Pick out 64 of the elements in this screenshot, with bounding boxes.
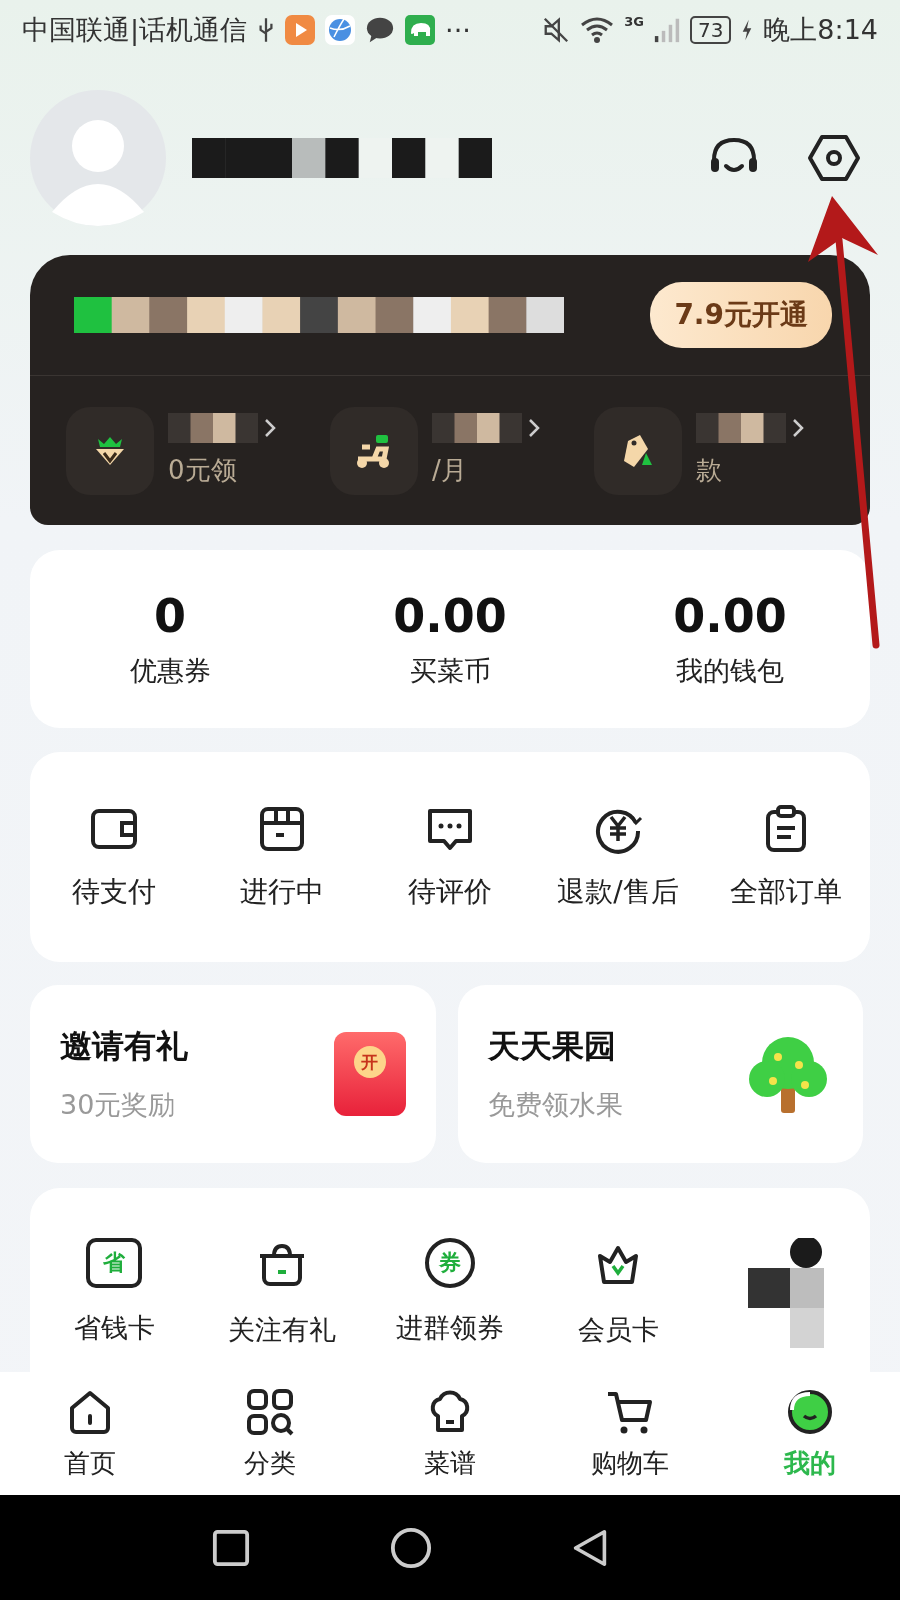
saving-card-icon: 省 <box>86 1238 142 1288</box>
perk-icon-tile[interactable] <box>330 406 418 495</box>
tab[interactable]: 首页 <box>0 1386 180 1481</box>
chevron-right-icon <box>792 418 804 438</box>
promo-subtitle: 免费领水果 <box>487 1088 624 1122</box>
chevron-right-icon <box>264 418 276 438</box>
order-status-item[interactable]: 进行中 <box>198 803 366 911</box>
stat-label[interactable]: 我的钱包 <box>676 653 784 689</box>
service-label: 进群领券 <box>396 1311 504 1345</box>
subscribe-button[interactable]: 7.9元开通 <box>650 282 832 348</box>
battery-level: 73 <box>689 16 732 44</box>
globe-icon <box>325 15 356 45</box>
service-item[interactable]: 会员卡 <box>534 1238 702 1348</box>
order-status-label: 待评价 <box>408 874 492 910</box>
app-icon <box>285 15 316 45</box>
back-square-icon[interactable] <box>212 1528 250 1567</box>
promo-card[interactable]: 天天果园 免费领水果 <box>457 985 863 1163</box>
promo-title: 邀请有礼 <box>60 1026 189 1067</box>
grid-search-icon <box>244 1386 296 1438</box>
order-status-item[interactable]: 退款/售后 <box>534 803 702 911</box>
promo-title: 天天果园 <box>487 1026 617 1067</box>
order-status-item[interactable]: 待支付 <box>30 803 198 911</box>
service-label: 会员卡 <box>577 1313 659 1347</box>
envelope-seal: 开 <box>353 1046 386 1078</box>
order-status-label: 进行中 <box>240 874 324 910</box>
perk-subtitle: 款 <box>696 454 723 487</box>
perk-icon-tile[interactable] <box>594 406 682 495</box>
home-circle-icon[interactable] <box>390 1526 432 1569</box>
service-label: 关注有礼 <box>228 1313 336 1347</box>
order-status-label: 全部订单 <box>730 874 842 910</box>
promo-subtitle: 30元奖励 <box>60 1088 177 1122</box>
order-status-label: 退款/售后 <box>557 874 679 910</box>
network-type: 3G <box>624 14 644 29</box>
chat-icon <box>365 16 396 44</box>
mute-icon <box>542 16 571 44</box>
perk-icon-tile[interactable] <box>66 406 154 495</box>
coupon-icon: 券 <box>425 1238 475 1288</box>
tab[interactable]: 菜谱 <box>360 1386 540 1481</box>
perk-subtitle: 0元领 <box>168 454 238 487</box>
order-status-item[interactable]: 全部订单 <box>702 803 870 911</box>
wifi-icon <box>580 16 615 44</box>
perk-subtitle: /月 <box>432 454 468 487</box>
tab[interactable]: 分类 <box>180 1386 360 1481</box>
stat-value[interactable]: 0.00 <box>393 589 507 643</box>
tab[interactable]: 购物车 <box>540 1386 720 1481</box>
service-label: 省钱卡 <box>73 1311 155 1345</box>
charging-icon <box>741 18 754 42</box>
stat-label[interactable]: 优惠券 <box>129 653 211 689</box>
stat-value[interactable]: 0 <box>154 589 186 643</box>
order-status-item[interactable]: 待评价 <box>366 803 534 911</box>
promo-card[interactable]: 邀请有礼 30元奖励 开 <box>30 985 436 1163</box>
clock: 晚上8:14 <box>763 13 878 47</box>
usb-icon <box>257 16 276 44</box>
service-item[interactable]: 关注有礼 <box>198 1238 366 1348</box>
signal-icon <box>653 16 680 44</box>
stat-label[interactable]: 买菜币 <box>409 653 491 689</box>
service-item[interactable]: 券 进群领券 <box>366 1238 534 1346</box>
elephant-app-icon <box>405 15 436 45</box>
carrier-name: 中国联通|话机通信 <box>22 13 248 48</box>
more-notifications: ··· <box>445 14 471 46</box>
service-item[interactable]: 省 省钱卡 <box>30 1238 198 1346</box>
order-status-label: 待支付 <box>72 874 156 910</box>
stat-value[interactable]: 0.00 <box>673 589 787 643</box>
chevron-right-icon <box>528 418 540 438</box>
